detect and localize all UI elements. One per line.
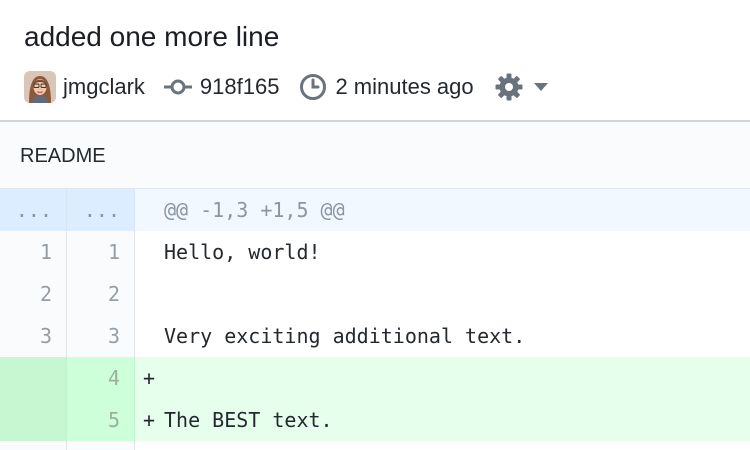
- diff-marker: +: [142, 366, 156, 390]
- line-code: Very exciting additional text.: [164, 324, 526, 348]
- commit-header: added one more line jmgclark 918f165 2 m…: [0, 0, 750, 120]
- new-line-number[interactable]: 2: [67, 273, 135, 315]
- avatar-image: [24, 71, 56, 103]
- avatar[interactable]: [24, 71, 56, 103]
- author-name[interactable]: jmgclark: [63, 74, 145, 100]
- commit-title: added one more line: [24, 21, 280, 52]
- caret-down-icon[interactable]: [533, 82, 548, 92]
- new-line-number[interactable]: 3: [67, 315, 135, 357]
- commit-sha[interactable]: 918f165: [145, 74, 280, 100]
- gear-icon[interactable]: [494, 72, 524, 102]
- diff-marker: [135, 273, 163, 315]
- commit-time: 2 minutes ago: [279, 73, 474, 101]
- clock-icon: [299, 73, 327, 101]
- diff-line-filler: [0, 441, 750, 450]
- time-text: 2 minutes ago: [335, 74, 474, 99]
- gutter-filler-old: [0, 441, 67, 450]
- gutter-filler-new: [67, 441, 135, 450]
- sha-text[interactable]: 918f165: [200, 74, 280, 100]
- new-line-number[interactable]: 4: [67, 357, 135, 399]
- commit-meta: jmgclark 918f165 2 minutes ago: [24, 70, 548, 104]
- diff-line-context: 3 3 Very exciting additional text.: [0, 315, 750, 357]
- line-code: The BEST text.: [164, 408, 333, 432]
- hunk-header-text: @@ -1,3 +1,5 @@: [164, 198, 345, 222]
- diff-table: ... ... @@ -1,3 +1,5 @@ 1 1 Hello, world…: [0, 189, 750, 450]
- old-line-number[interactable]: 2: [0, 273, 67, 315]
- new-line-number[interactable]: 5: [67, 399, 135, 441]
- diff-line-added: 5 + The BEST text.: [0, 399, 750, 441]
- hunk-expand-old[interactable]: ...: [0, 189, 67, 231]
- diff-line-added: 4 +: [0, 357, 750, 399]
- diff-line-context: 2 2: [0, 273, 750, 315]
- author[interactable]: jmgclark: [24, 71, 145, 103]
- file-name[interactable]: README: [20, 144, 106, 168]
- settings-dropdown[interactable]: [494, 72, 548, 102]
- commit-icon: [163, 77, 193, 97]
- diff-line-context: 1 1 Hello, world!: [0, 231, 750, 273]
- hunk-header-row: ... ... @@ -1,3 +1,5 @@: [0, 189, 750, 231]
- old-line-number[interactable]: 3: [0, 315, 67, 357]
- old-line-number: [0, 357, 67, 399]
- line-code: Hello, world!: [164, 240, 321, 264]
- hunk-expand-new[interactable]: ...: [67, 189, 135, 231]
- diff-marker: [135, 315, 163, 357]
- new-line-number[interactable]: 1: [67, 231, 135, 273]
- old-line-number: [0, 399, 67, 441]
- old-line-number[interactable]: 1: [0, 231, 67, 273]
- diff-marker: [135, 231, 163, 273]
- file-header: README: [0, 122, 750, 189]
- diff-marker: +: [142, 408, 156, 432]
